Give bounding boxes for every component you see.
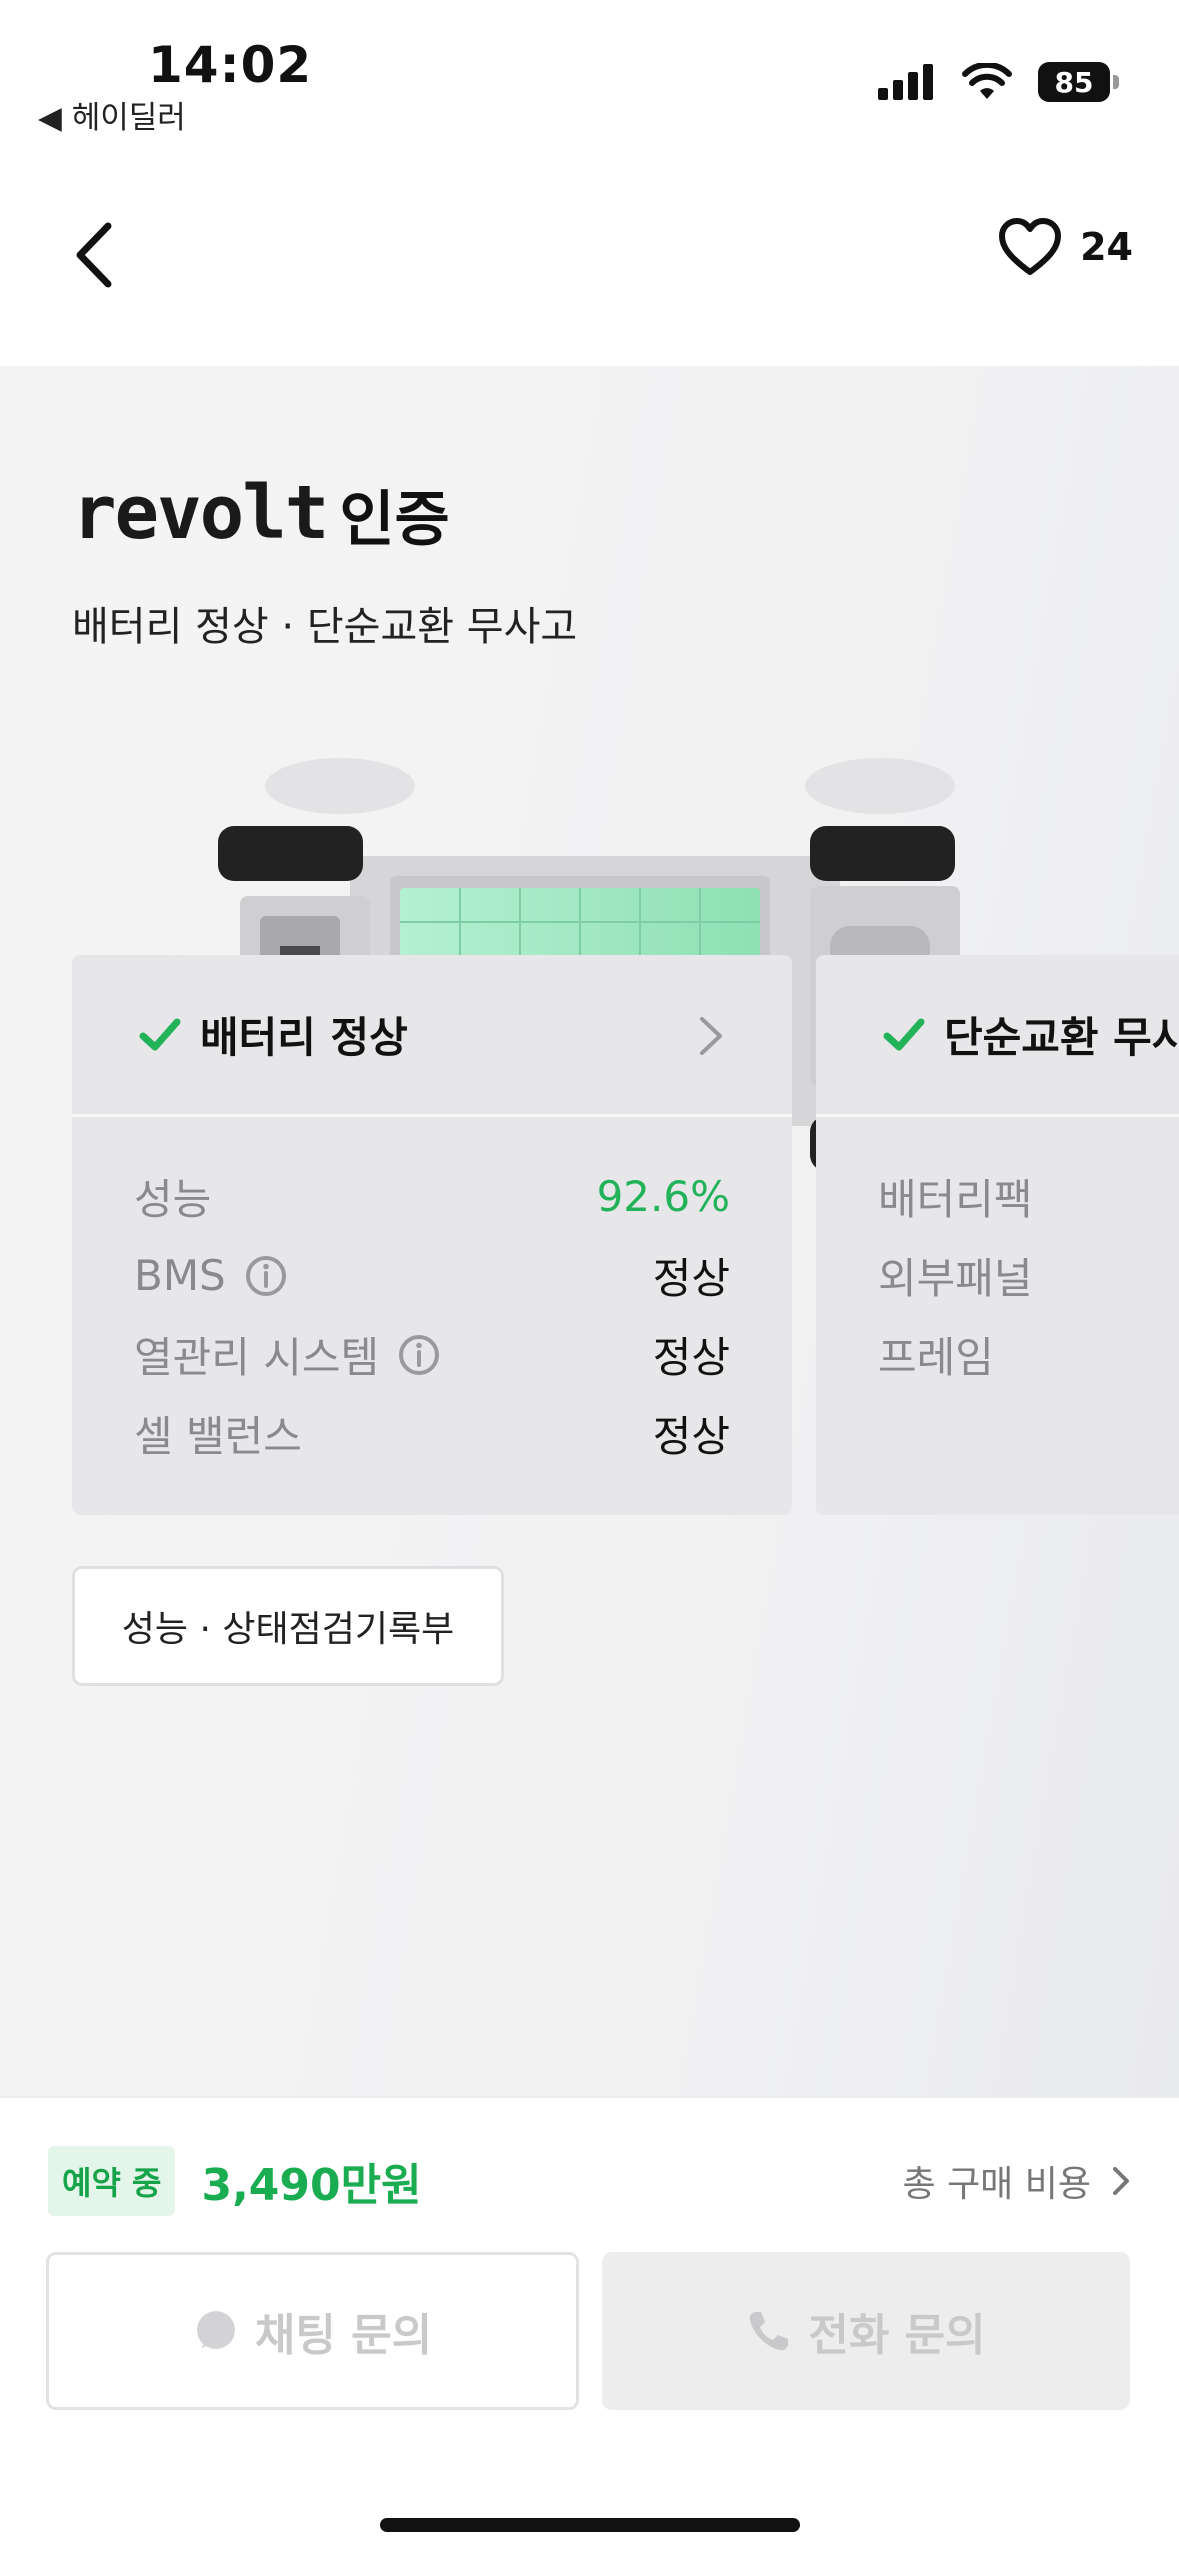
total-cost-label: 총 구매 비용 [902,2164,1092,2205]
card-title: 단순교환 무사고 [944,1013,1179,1062]
status-icons: 85 [878,62,1119,102]
info-icon[interactable] [244,1254,288,1298]
brand-logo: revolt [72,470,329,556]
stat-label: 열관리 시스템 [134,1333,380,1382]
price: 3,490만원 [201,2160,422,2211]
stat-row: 열관리 시스템 정상 [134,1315,730,1394]
chevron-right-icon [700,1017,722,1055]
stat-value: 92.6% [596,1172,730,1221]
price-row: 예약 중 3,490만원 총 구매 비용 [48,2146,1131,2216]
chat-button-label: 채팅 문의 [254,2310,433,2361]
home-indicator[interactable] [380,2518,800,2532]
card-header[interactable]: 배터리 정상 [72,955,792,1117]
stat-row: BMS 정상 [134,1236,730,1315]
checkmark-icon [139,1018,181,1050]
stat-label: 배터리팩 [878,1175,1033,1224]
nav-bar: 24 [0,180,1179,320]
back-to-app-link[interactable]: ◀ 헤이딜러 [38,92,186,137]
revolt-certification-logo: revolt 인증 [72,476,450,550]
battery-status-card[interactable]: 배터리 정상 성능 92.6% BMS 정상 열관리 시스템 정상 셀 밸런스 … [72,955,792,1515]
stat-label: 성능 [134,1175,212,1224]
stat-row: 외부패널 [878,1236,1174,1315]
stat-label: 외부패널 [878,1254,1033,1303]
call-inquiry-button[interactable]: 전화 문의 [602,2252,1130,2410]
cellular-signal-icon [878,64,933,100]
stat-value: 정상 [652,1412,730,1461]
heart-icon [999,218,1062,275]
checkmark-icon [883,1018,925,1050]
bottom-action-bar: 예약 중 3,490만원 총 구매 비용 채팅 문의 전화 문의 [0,2096,1179,2556]
no-accident-card[interactable]: 단순교환 무사고 배터리팩 외부패널 프레임 [816,955,1179,1515]
call-button-label: 전화 문의 [808,2310,986,2361]
certification-subtitle: 배터리 정상 · 단순교환 무사고 [72,604,578,650]
stat-row: 성능 92.6% [134,1157,730,1236]
like-button[interactable]: 24 [998,218,1133,276]
accident-parts: 배터리팩 외부패널 프레임 [816,1117,1179,1394]
card-header[interactable]: 단순교환 무사고 [816,955,1179,1117]
battery-level: 85 [1038,62,1110,102]
like-count: 24 [1080,225,1133,269]
battery-icon: 85 [1038,62,1119,102]
info-icon[interactable] [397,1333,441,1377]
total-cost-link[interactable]: 총 구매 비용 [903,2155,1132,2207]
status-time: 14:02 [148,36,313,94]
wifi-icon [962,63,1012,99]
status-bar: 14:02 ◀ 헤이딜러 85 [0,0,1179,150]
stat-label: 셀 밸런스 [134,1412,302,1461]
phone-icon [750,2312,789,2351]
brand-suffix: 인증 [339,485,450,555]
stat-label: BMS [134,1251,226,1300]
card-title: 배터리 정상 [200,1013,408,1062]
stat-row: 배터리팩 [878,1157,1174,1236]
chevron-right-icon [1113,2167,1129,2195]
chevron-left-icon[interactable] [70,220,120,290]
stat-row: 프레임 [878,1315,1174,1394]
chat-bubble-icon [196,2311,235,2349]
stat-value: 정상 [652,1254,730,1303]
inspection-record-button[interactable]: 성능 · 상태점검기록부 [72,1566,504,1686]
stat-value: 정상 [652,1333,730,1382]
stat-row: 셀 밸런스 정상 [134,1394,730,1473]
stat-label-wrap: 열관리 시스템 [134,1324,441,1385]
stat-label-wrap: BMS [134,1251,288,1300]
battery-stats: 성능 92.6% BMS 정상 열관리 시스템 정상 셀 밸런스 정상 [72,1117,792,1473]
stat-label: 프레임 [878,1333,994,1382]
status-badge: 예약 중 [48,2146,176,2216]
chat-inquiry-button[interactable]: 채팅 문의 [46,2252,579,2410]
